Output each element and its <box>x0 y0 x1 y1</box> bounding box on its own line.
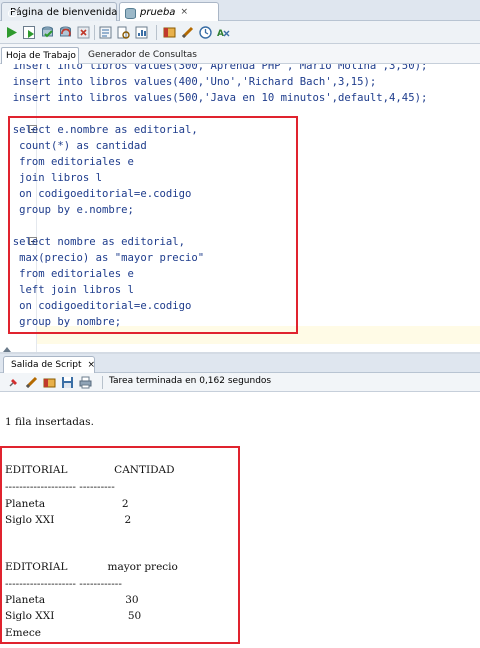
rollback-icon[interactable] <box>58 25 73 40</box>
tab-script-output[interactable]: Salida de Script × <box>3 356 95 373</box>
print-icon[interactable] <box>78 375 93 390</box>
code-line: insert into libros values(500,'Java en 1… <box>0 92 428 104</box>
close-icon[interactable]: × <box>180 7 188 17</box>
worksheet-toolbar: A <box>0 21 480 44</box>
tab-welcome-page[interactable]: Página de bienvenida × <box>1 2 130 21</box>
sql-editor[interactable]: insert into libros values(300,'Aprenda P… <box>0 64 480 352</box>
task-status: Tarea terminada en 0,162 segundos <box>109 376 272 386</box>
output-line: 1 fila insertadas. <box>5 416 94 428</box>
code-line: insert into libros values(300,'Aprenda P… <box>0 64 428 72</box>
sql-tuning-icon[interactable] <box>98 25 113 40</box>
highlight-box <box>0 446 240 644</box>
pin-icon[interactable] <box>6 375 21 390</box>
edit-icon[interactable] <box>24 375 39 390</box>
toolbar-separator <box>102 376 103 389</box>
tab-prueba-label: prueba <box>140 6 176 18</box>
output-tab-bar: Salida de Script × <box>0 354 480 373</box>
tab-query-builder[interactable]: Generador de Consultas <box>84 47 201 64</box>
cancel-icon[interactable] <box>76 25 91 40</box>
format-icon[interactable] <box>198 25 213 40</box>
toolbar-separator <box>156 25 157 40</box>
save-icon[interactable] <box>60 375 75 390</box>
tab-welcome-label: Página de bienvenida <box>10 6 118 18</box>
script-output: 1 fila insertadas. EDITORIAL CANTIDAD --… <box>0 392 480 648</box>
highlight-box <box>8 116 298 334</box>
tab-script-output-label: Salida de Script <box>11 360 82 370</box>
history-icon[interactable] <box>180 25 195 40</box>
code-line: insert into libros values(400,'Uno','Ric… <box>0 76 377 88</box>
output-toolbar: Tarea terminada en 0,162 segundos <box>0 373 480 392</box>
autotrace-icon[interactable] <box>134 25 149 40</box>
toolbar-separator <box>94 25 95 40</box>
document-tab-bar: Página de bienvenida × prueba × <box>0 0 480 21</box>
clear-icon[interactable] <box>162 25 177 40</box>
run-script-icon[interactable] <box>22 25 37 40</box>
tab-prueba[interactable]: prueba × <box>119 2 219 21</box>
translate-icon[interactable]: A <box>216 25 231 40</box>
explain-plan-icon[interactable] <box>116 25 131 40</box>
run-statement-icon[interactable] <box>4 25 19 40</box>
tab-worksheet[interactable]: Hoja de Trabajo <box>1 47 79 64</box>
editor-subtabs: Hoja de Trabajo Generador de Consultas <box>0 44 480 64</box>
svg-text:A: A <box>217 29 224 39</box>
database-connection-icon <box>124 7 136 19</box>
eraser-icon[interactable] <box>42 375 57 390</box>
commit-icon[interactable] <box>40 25 55 40</box>
close-icon[interactable]: × <box>88 360 96 370</box>
